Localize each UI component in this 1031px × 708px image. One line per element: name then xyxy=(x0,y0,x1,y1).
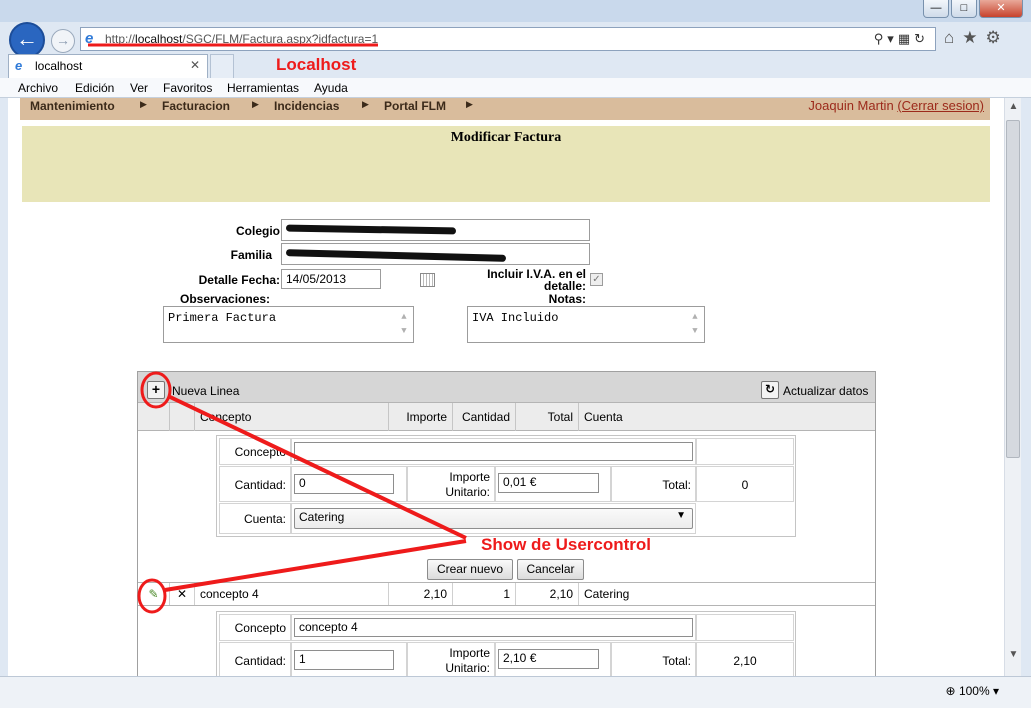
arrow-line-annotation xyxy=(167,394,467,540)
arrow-line-annotation xyxy=(164,539,467,592)
usercontrol-annotation-label: Show de Usercontrol xyxy=(481,535,652,554)
pencil-button-circle-annotation xyxy=(137,578,167,614)
annotation-overlay xyxy=(88,43,467,614)
plus-button-circle-annotation xyxy=(140,371,172,409)
localhost-annotation-label: Localhost xyxy=(276,55,357,74)
